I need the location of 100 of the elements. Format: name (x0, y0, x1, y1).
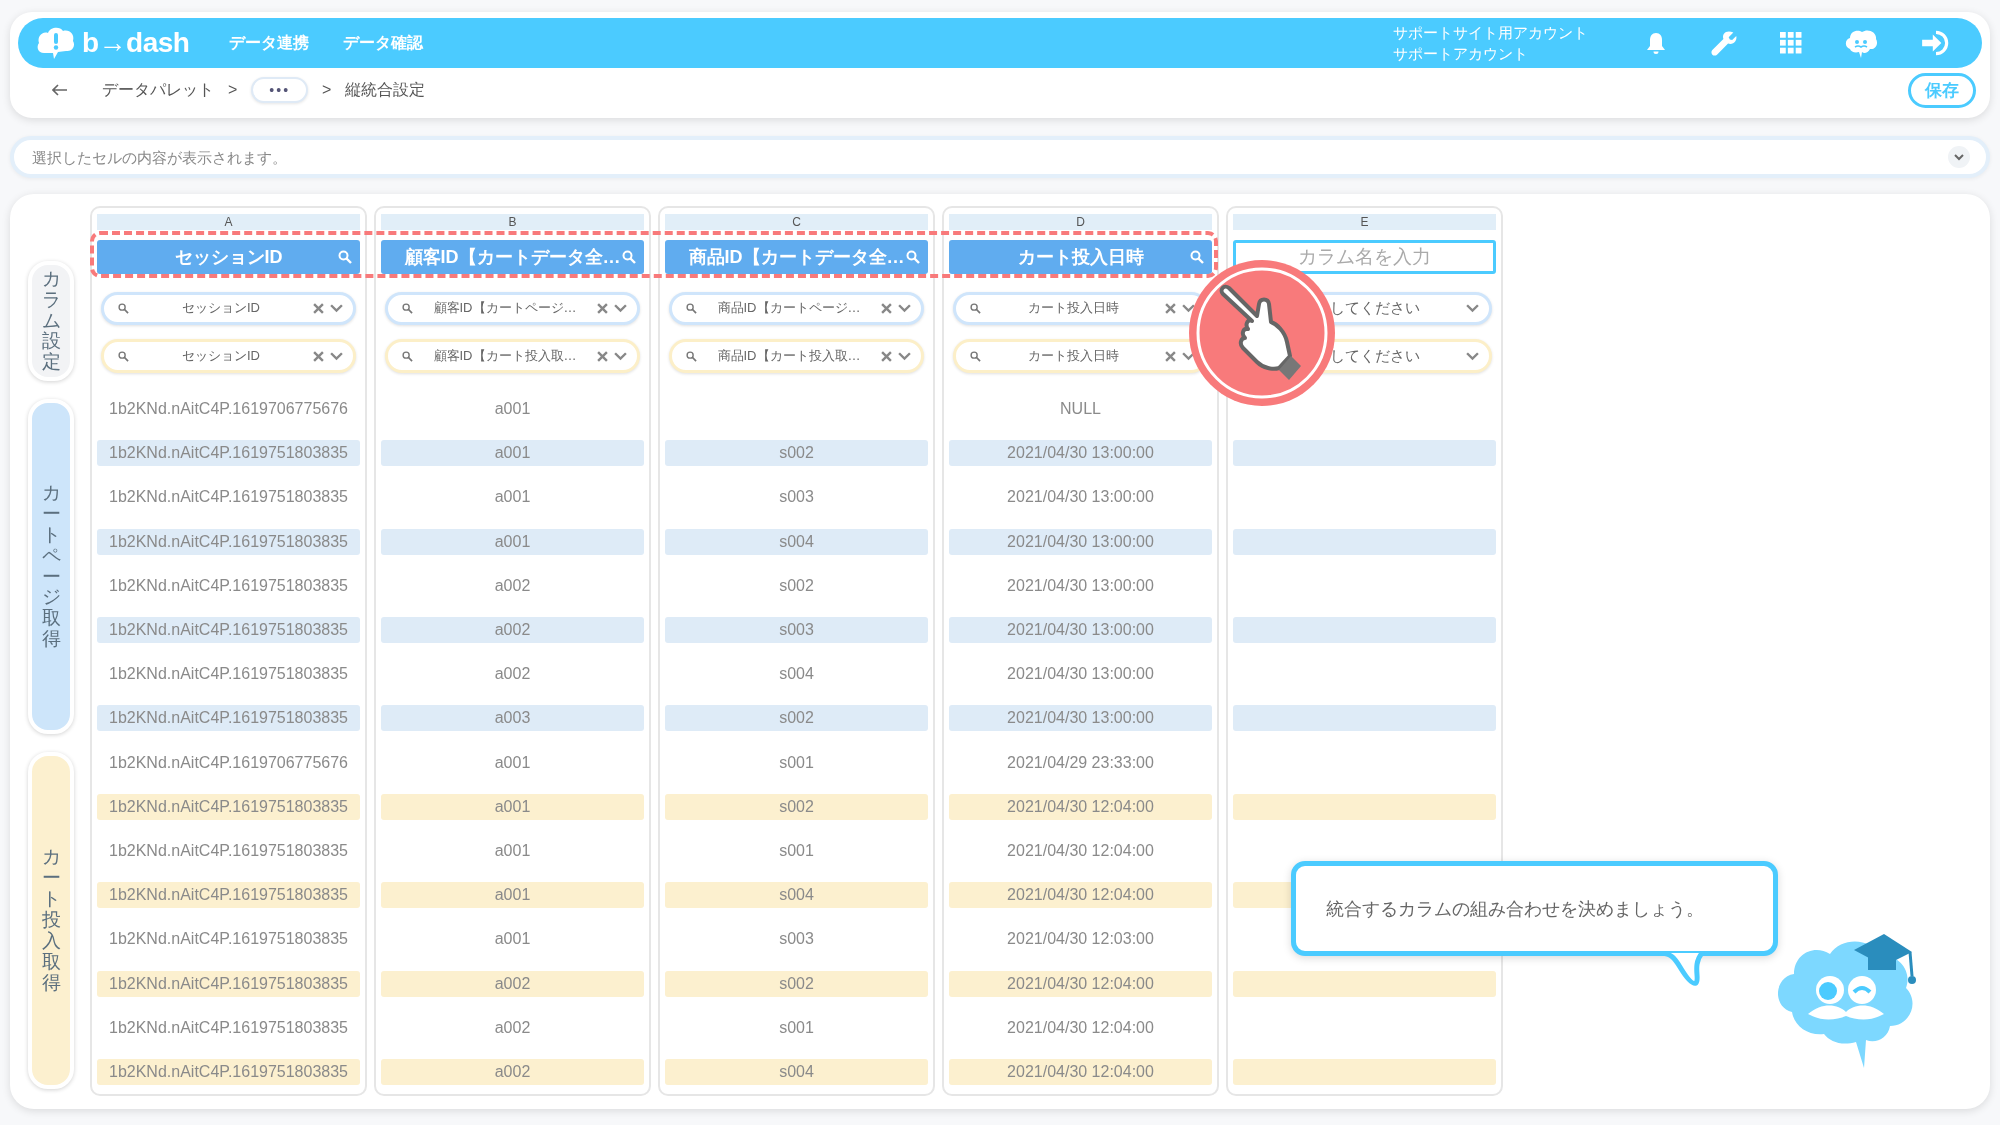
chevron-down-icon[interactable] (1948, 146, 1970, 168)
chevron-down-icon[interactable] (330, 351, 343, 361)
cell-text: a002 (494, 621, 531, 640)
chevron-down-icon[interactable] (898, 351, 911, 361)
cell-text: 1b2KNd.nAitC4P.1619751803835 (109, 1018, 348, 1037)
cell-text: 2021/04/30 12:03:00 (1007, 930, 1154, 949)
cell-text: s002 (779, 576, 814, 595)
column-select[interactable]: 顧客ID【カートページ… (385, 291, 640, 326)
search-icon[interactable] (1190, 250, 1204, 264)
column-title: 顧客ID【カートデータ全… (404, 245, 621, 269)
cell-text: a001 (494, 488, 531, 507)
chevron-down-icon[interactable] (330, 303, 343, 313)
cell-text: 2021/04/30 13:00:00 (1007, 576, 1154, 595)
cell-text: a002 (494, 576, 531, 595)
cell-text: 1b2KNd.nAitC4P.1619751803835 (109, 886, 348, 905)
select-value: 顧客ID【カートページ… (432, 299, 578, 318)
chevron-down-icon[interactable] (898, 303, 911, 313)
cell-text: a001 (494, 400, 531, 419)
cell-text: 2021/04/30 13:00:00 (1007, 665, 1154, 684)
cell-text: 2021/04/30 13:00:00 (1007, 621, 1154, 640)
select-value: セッションID (181, 347, 261, 366)
cell-text: 1b2KNd.nAitC4P.1619751803835 (109, 1062, 348, 1081)
chevron-down-icon[interactable] (1466, 304, 1479, 313)
clear-icon[interactable] (881, 302, 892, 314)
column-select[interactable]: セッションID (101, 339, 356, 373)
search-icon (402, 302, 413, 314)
cell-text: s003 (779, 621, 814, 640)
cell-text: a002 (494, 665, 531, 684)
cell-text: 2021/04/30 12:04:00 (1007, 797, 1154, 816)
cell-text: 2021/04/30 12:04:00 (1007, 1018, 1154, 1037)
column-title: カート投入日時 (1017, 245, 1144, 269)
cell-text: 1b2KNd.nAitC4P.1619751803835 (109, 930, 348, 949)
cell-text: 2021/04/30 12:04:00 (1007, 1062, 1154, 1081)
cloud-logo-icon[interactable] (36, 25, 76, 61)
cell-text: s003 (779, 930, 814, 949)
column-letter: A (97, 214, 360, 230)
select-value: カート投入日時 (1026, 299, 1120, 318)
column-letter: B (381, 214, 644, 230)
cell-text: 1b2KNd.nAitC4P.1619751803835 (109, 974, 348, 993)
bell-icon[interactable] (1644, 30, 1668, 56)
cell-content-field[interactable]: 選択したセルの内容が表示されます。 (30, 147, 1948, 167)
cell-text: s001 (779, 753, 814, 772)
chevron-down-icon[interactable] (614, 303, 627, 313)
cell-text: 1b2KNd.nAitC4P.1619751803835 (109, 709, 348, 728)
column-select[interactable]: 商品ID【カート投入取… (669, 339, 924, 373)
cell-text: 2021/04/30 13:00:00 (1007, 444, 1154, 463)
cell-text: s001 (779, 841, 814, 860)
chevron-down-icon[interactable] (614, 351, 627, 361)
breadcrumb-separator: > (228, 81, 238, 99)
search-icon[interactable] (906, 250, 920, 264)
search-icon[interactable] (622, 250, 636, 264)
grid-icon[interactable] (1780, 32, 1802, 54)
clear-icon[interactable] (313, 350, 324, 362)
column-select[interactable]: 顧客ID【カート投入取… (385, 339, 640, 373)
clear-icon[interactable] (597, 350, 608, 362)
select-value: セッションID (181, 299, 261, 318)
wrench-icon[interactable] (1710, 29, 1738, 57)
cell-text: 1b2KNd.nAitC4P.1619751803835 (109, 665, 348, 684)
cell-text: 1b2KNd.nAitC4P.1619751803835 (109, 444, 348, 463)
cell-text: NULL (1060, 400, 1101, 419)
column-letter: E (1233, 214, 1496, 230)
cell-text: s004 (779, 886, 814, 905)
clear-icon[interactable] (881, 350, 892, 362)
search-icon (118, 350, 129, 362)
search-icon[interactable] (338, 250, 352, 264)
select-value: してください (1329, 299, 1421, 318)
cell-text: 2021/04/30 13:00:00 (1007, 532, 1154, 551)
clear-icon[interactable] (597, 302, 608, 314)
select-value: 商品ID【カートページ… (716, 299, 862, 318)
cell-text: 1b2KNd.nAitC4P.1619751803835 (109, 797, 348, 816)
clear-icon[interactable] (313, 302, 324, 314)
breadcrumb-separator: > (322, 81, 332, 99)
column-letter: C (665, 214, 928, 230)
chevron-down-icon[interactable] (1466, 351, 1479, 361)
column-select[interactable]: 商品ID【カートページ… (669, 291, 924, 326)
column-name-field[interactable]: カラム名を入力 (1233, 240, 1496, 274)
search-icon (402, 350, 413, 362)
cell-text: s002 (779, 974, 814, 993)
cell-text: 2021/04/30 13:00:00 (1007, 709, 1154, 728)
cell-content-field[interactable]: 選択したセルの内容が表示されます。 (10, 136, 1990, 178)
search-icon (686, 350, 697, 362)
cell-text: 1b2KNd.nAitC4P.1619706775676 (109, 753, 348, 772)
back-arrow-icon[interactable] (52, 84, 68, 96)
column-select[interactable]: セッションID (101, 291, 356, 326)
cell-text: a001 (494, 797, 531, 816)
cell-text: a001 (494, 841, 531, 860)
mascot-head-icon[interactable] (1844, 27, 1878, 59)
clear-icon[interactable] (1165, 350, 1176, 362)
cell-text: s003 (779, 488, 814, 507)
cell-text: a002 (494, 974, 531, 993)
clear-icon[interactable] (1165, 302, 1176, 314)
breadcrumb-link[interactable]: データパレット (102, 79, 214, 101)
search-icon (686, 302, 697, 314)
cell-text: a001 (494, 532, 531, 551)
cell-text: a002 (494, 1062, 531, 1081)
cell-text: s002 (779, 444, 814, 463)
cell-text: a001 (494, 930, 531, 949)
cell-text: s002 (779, 709, 814, 728)
cell-text: 2021/04/30 12:04:00 (1007, 974, 1154, 993)
breadcrumb-more-button[interactable]: ••• (251, 77, 309, 103)
